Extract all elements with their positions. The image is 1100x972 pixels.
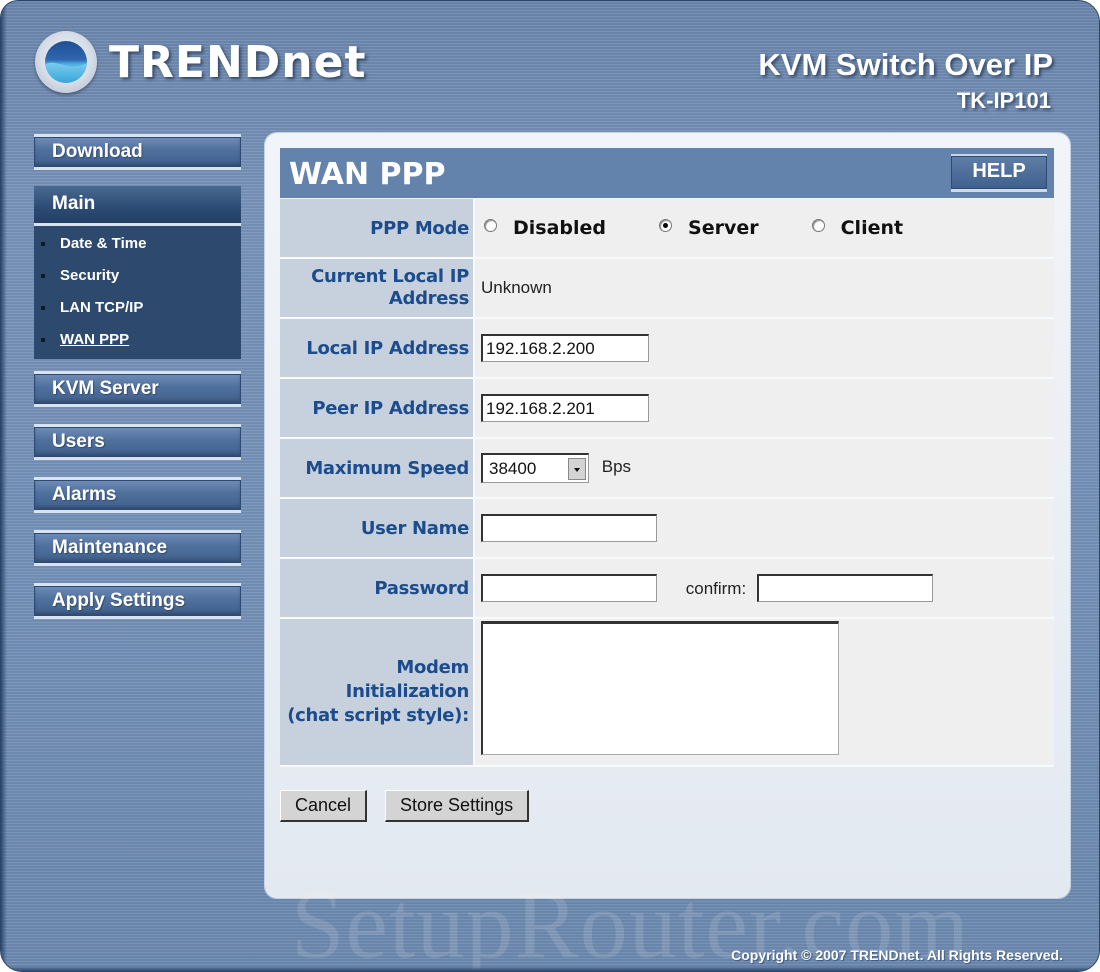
modem-init-label-line3: (chat script style): bbox=[287, 705, 469, 726]
current-local-ip-label-text: Current Local IP Address bbox=[311, 266, 469, 309]
page-title: WAN PPP bbox=[289, 157, 446, 192]
nav-download[interactable]: Download bbox=[34, 134, 241, 170]
confirm-label: confirm: bbox=[685, 578, 747, 598]
modem-init-label-line2: Initialization bbox=[345, 681, 470, 702]
page-frame: TRENDnet KVM Switch Over IP TK-IP101 Dow… bbox=[0, 0, 1100, 972]
password-input[interactable] bbox=[481, 574, 657, 602]
nav-main[interactable]: Main bbox=[34, 186, 241, 226]
ppp-mode-radio-group: Disabled Server Client bbox=[481, 217, 1054, 239]
max-speed-select[interactable]: 38400 bbox=[481, 453, 589, 483]
row-user-name: User Name bbox=[280, 498, 1054, 559]
radio-unchecked-icon[interactable] bbox=[484, 218, 497, 232]
nav-sub-lan-tcpip[interactable]: LAN TCP/IP bbox=[34, 292, 241, 324]
nav-kvm-server[interactable]: KVM Server bbox=[34, 371, 241, 407]
modem-init-textarea[interactable] bbox=[481, 621, 839, 755]
peer-ip-label: Peer IP Address bbox=[280, 378, 475, 439]
ppp-mode-client[interactable]: Client bbox=[809, 217, 903, 239]
radio-checked-icon[interactable] bbox=[659, 218, 673, 232]
local-ip-input[interactable] bbox=[481, 334, 649, 362]
trendnet-logo: TRENDnet bbox=[35, 31, 367, 93]
modem-init-label-line1: Modem bbox=[396, 657, 469, 678]
nav-sub-date-time[interactable]: Date & Time bbox=[34, 228, 241, 260]
nav-sub-label: WAN PPP bbox=[60, 331, 130, 348]
ppp-mode-server[interactable]: Server bbox=[656, 217, 759, 239]
radio-label: Disabled bbox=[513, 217, 607, 239]
nav-maintenance[interactable]: Maintenance bbox=[34, 530, 241, 566]
password-label: Password bbox=[280, 558, 475, 619]
max-speed-value: 38400 bbox=[489, 458, 537, 478]
row-local-ip: Local IP Address bbox=[280, 318, 1054, 379]
local-ip-label: Local IP Address bbox=[280, 318, 475, 379]
current-local-ip-value: Unknown bbox=[474, 258, 1054, 319]
nav-sub-label: Security bbox=[60, 267, 120, 284]
row-modem-init: Modem Initialization (chat script style)… bbox=[280, 618, 1054, 767]
bullet-icon bbox=[41, 338, 45, 342]
panel-header: WAN PPP HELP bbox=[280, 148, 1054, 198]
user-name-input[interactable] bbox=[481, 514, 657, 542]
row-peer-ip: Peer IP Address bbox=[280, 378, 1054, 439]
radio-label: Server bbox=[688, 217, 759, 239]
ppp-mode-label: PPP Mode bbox=[280, 199, 475, 259]
row-current-local-ip: Current Local IP Address Unknown bbox=[280, 258, 1054, 319]
nav-users[interactable]: Users bbox=[34, 424, 241, 460]
bullet-icon bbox=[41, 306, 45, 310]
nav-main-group: Main Date & Time Security LAN TCP/IP WAN… bbox=[34, 186, 241, 359]
radio-unchecked-icon[interactable] bbox=[811, 218, 825, 232]
bullet-icon bbox=[41, 242, 45, 246]
globe-logo-icon bbox=[35, 31, 97, 93]
nav-alarms[interactable]: Alarms bbox=[34, 477, 241, 513]
user-name-label: User Name bbox=[280, 498, 475, 559]
nav-sub-label: Date & Time bbox=[60, 235, 147, 252]
bullet-icon bbox=[41, 274, 45, 278]
nav-sub-wan-ppp[interactable]: WAN PPP bbox=[34, 324, 241, 356]
row-max-speed: Maximum Speed 38400 Bps bbox=[280, 438, 1054, 499]
confirm-password-input[interactable] bbox=[756, 574, 933, 602]
max-speed-label: Maximum Speed bbox=[280, 438, 475, 499]
peer-ip-input[interactable] bbox=[481, 394, 649, 422]
product-title: KVM Switch Over IP bbox=[758, 47, 1053, 82]
chevron-down-icon[interactable] bbox=[568, 457, 586, 480]
current-local-ip-label: Current Local IP Address bbox=[280, 258, 475, 319]
speed-unit: Bps bbox=[601, 457, 632, 477]
cancel-button[interactable]: Cancel bbox=[280, 790, 368, 822]
nav-sub-security[interactable]: Security bbox=[34, 260, 241, 292]
product-model: TK-IP101 bbox=[956, 88, 1051, 113]
copyright-text: Copyright © 2007 TRENDnet. All Rights Re… bbox=[731, 947, 1063, 963]
radio-label: Client bbox=[840, 217, 904, 239]
form-actions: Cancel Store Settings bbox=[280, 790, 547, 822]
store-settings-button[interactable]: Store Settings bbox=[385, 790, 530, 822]
help-button[interactable]: HELP bbox=[951, 154, 1047, 192]
wan-ppp-form: PPP Mode Disabled Server Client Current … bbox=[280, 199, 1054, 767]
row-ppp-mode: PPP Mode Disabled Server Client bbox=[280, 199, 1054, 259]
modem-init-label: Modem Initialization (chat script style)… bbox=[280, 618, 475, 767]
ppp-mode-disabled[interactable]: Disabled bbox=[481, 217, 606, 239]
nav-sub-label: LAN TCP/IP bbox=[60, 299, 144, 316]
content-panel: WAN PPP HELP PPP Mode Disabled Server Cl… bbox=[265, 133, 1070, 898]
brand-name: TRENDnet bbox=[109, 36, 367, 88]
row-password: Password confirm: bbox=[280, 558, 1054, 619]
nav-apply-settings[interactable]: Apply Settings bbox=[34, 583, 241, 619]
